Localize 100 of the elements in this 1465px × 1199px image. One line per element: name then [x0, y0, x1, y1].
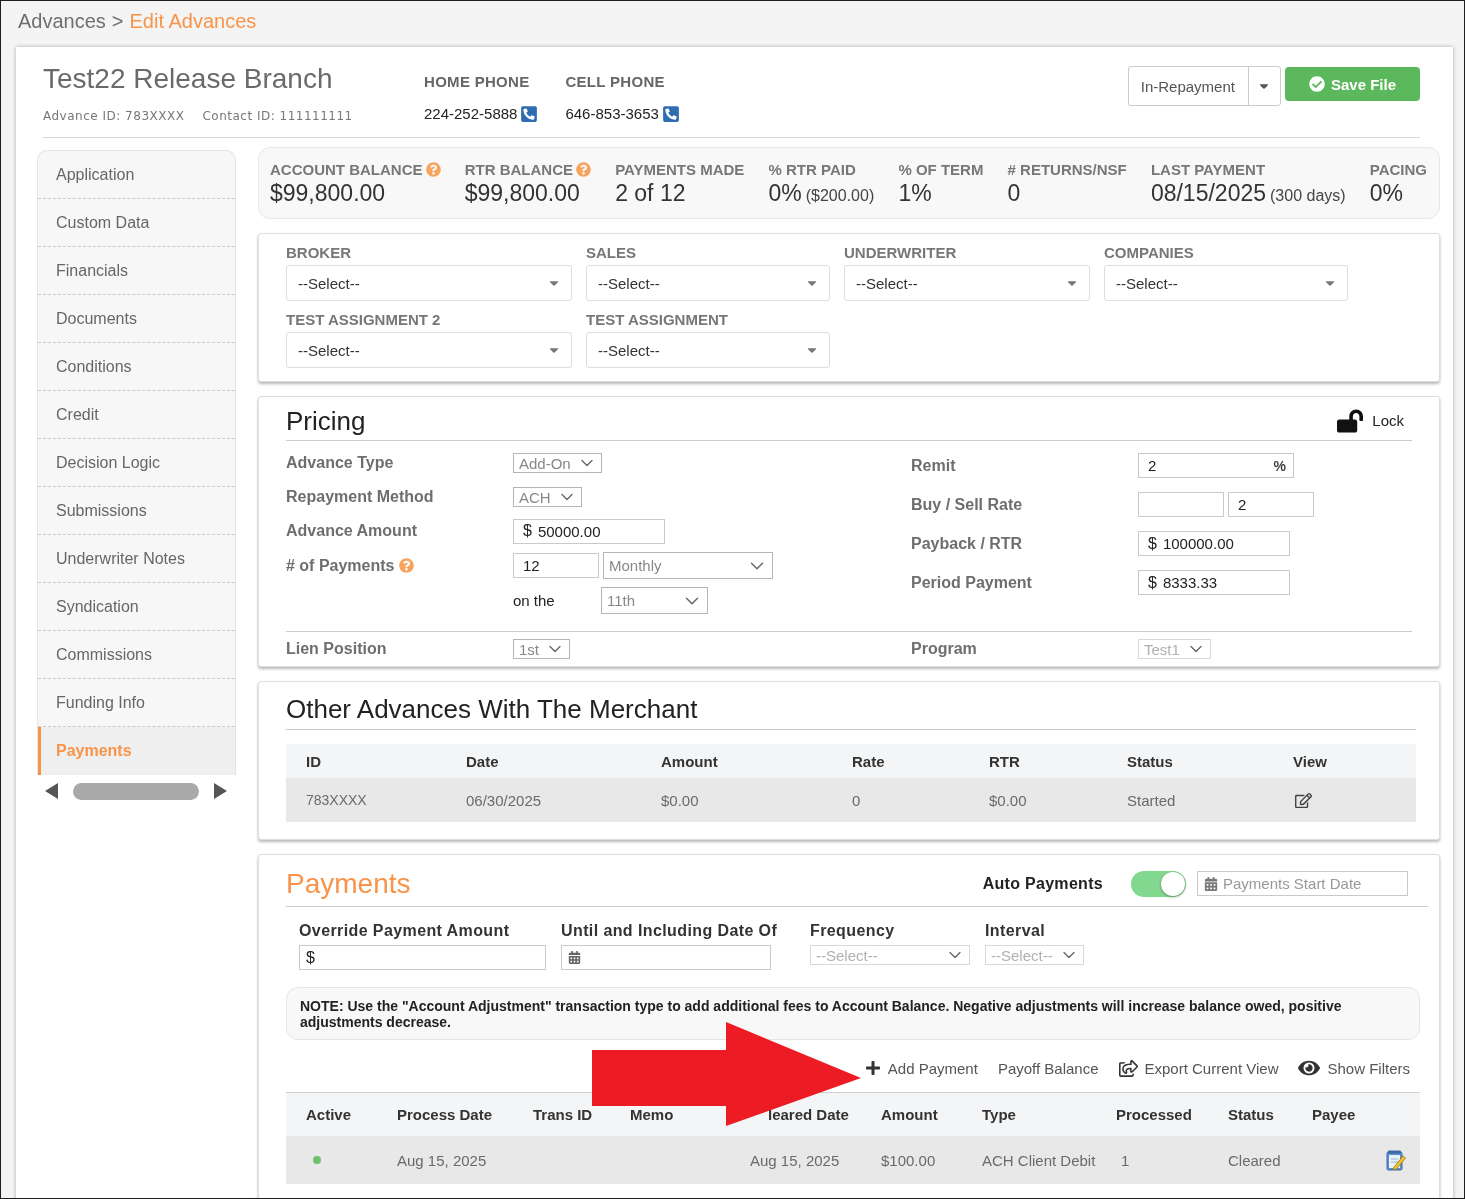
- action-link[interactable]: Show Filters: [1298, 1057, 1410, 1079]
- input-field[interactable]: $ 8333.33: [1138, 570, 1290, 595]
- date-field[interactable]: [561, 945, 771, 970]
- scrollbar-thumb[interactable]: [73, 782, 199, 800]
- help-icon[interactable]: [399, 558, 415, 573]
- column-header: leared Date: [768, 1106, 849, 1123]
- stat-label: % RTR PAID: [768, 160, 856, 178]
- dropdown[interactable]: --Select--: [1104, 265, 1348, 301]
- dropdown[interactable]: --Select--: [586, 332, 830, 368]
- sidebar-item[interactable]: Documents: [38, 295, 235, 343]
- sidebar-item[interactable]: Commissions: [38, 631, 235, 679]
- stat-value: 0%: [768, 180, 802, 207]
- dropdown[interactable]: --Select--: [286, 332, 572, 368]
- table-cell: Cleared: [1228, 1151, 1281, 1169]
- scroll-left-icon[interactable]: [45, 783, 58, 799]
- sidebar-item[interactable]: Decision Logic: [38, 439, 235, 487]
- amount-field[interactable]: $: [299, 945, 546, 970]
- field-label: Lien Position: [286, 640, 387, 658]
- input-field[interactable]: $ 50000.00: [513, 518, 665, 544]
- breadcrumb-link[interactable]: Advances: [18, 9, 106, 33]
- field-label: BROKER: [286, 244, 352, 262]
- sidebar-item[interactable]: Credit: [38, 391, 235, 439]
- lock-button[interactable]: Lock: [1337, 407, 1404, 434]
- scroll-right-icon[interactable]: [214, 783, 227, 799]
- phone-icon[interactable]: [661, 105, 680, 123]
- stat-value: 0: [1007, 180, 1021, 207]
- stat-value: $99,800.00: [270, 180, 386, 207]
- panel-title: Pricing: [286, 405, 366, 436]
- notepad-edit-icon[interactable]: [1386, 1149, 1406, 1171]
- action-link[interactable]: Export Current View: [1118, 1058, 1279, 1078]
- input-field[interactable]: $ 100000.00: [1138, 531, 1290, 556]
- dropdown[interactable]: ACH: [513, 487, 582, 507]
- column-header: ID: [306, 752, 321, 770]
- sidebar-item[interactable]: Submissions: [38, 487, 235, 535]
- action-link[interactable]: Add Payment: [864, 1059, 978, 1077]
- dropdown[interactable]: Monthly: [603, 552, 773, 579]
- field-label: Advance Type: [286, 454, 394, 472]
- table-cell: ACH Client Debit: [982, 1151, 1096, 1169]
- table-cell: Started: [1127, 791, 1176, 809]
- calendar-icon: [1204, 876, 1218, 891]
- input-field[interactable]: 12: [513, 553, 599, 578]
- table-cell: 1: [1121, 1151, 1130, 1169]
- field-note: on the: [513, 592, 556, 609]
- status-select[interactable]: In-Repayment: [1127, 66, 1281, 106]
- table-cell: Aug 15, 2025: [750, 1151, 840, 1169]
- breadcrumb-separator: >: [111, 9, 124, 33]
- sidebar-item[interactable]: Conditions: [38, 343, 235, 391]
- phone-label: HOME PHONE: [424, 72, 531, 92]
- phone-number: 646-853-3653: [565, 105, 659, 123]
- column-header: Status: [1127, 752, 1173, 770]
- dropdown[interactable]: --Select--: [586, 265, 830, 301]
- input-field[interactable]: 2: [1228, 492, 1314, 517]
- column-header: Process Date: [397, 1106, 493, 1123]
- field-label: Period Payment: [911, 573, 1032, 592]
- table-cell: $100.00: [881, 1151, 936, 1169]
- help-icon[interactable]: [576, 161, 591, 177]
- edit-icon[interactable]: [1295, 791, 1312, 809]
- panel-title: Other Advances With The Merchant: [286, 693, 698, 724]
- input-field[interactable]: [1138, 492, 1224, 517]
- panel-title: Payments: [286, 867, 411, 900]
- stat-label: % OF TERM: [898, 160, 984, 178]
- sidebar-item[interactable]: Syndication: [38, 583, 235, 631]
- stat-value: 1%: [898, 180, 932, 207]
- table-cell: $0.00: [661, 791, 699, 809]
- dropdown[interactable]: --Select--: [844, 265, 1090, 301]
- field-label: UNDERWRITER: [844, 244, 958, 262]
- column-header: Amount: [661, 752, 718, 770]
- stat-label: ACCOUNT BALANCE: [270, 160, 423, 178]
- auto-payments-toggle[interactable]: [1131, 870, 1186, 897]
- dropdown[interactable]: Add-On: [513, 453, 602, 473]
- dropdown[interactable]: --Select--: [286, 265, 572, 301]
- column-header: Amount: [881, 1106, 938, 1123]
- plus-icon: [864, 1060, 881, 1076]
- sidebar-item[interactable]: Underwriter Notes: [38, 535, 235, 583]
- record-id: Contact ID: 111111111: [202, 108, 353, 124]
- date-field[interactable]: Payments Start Date: [1197, 871, 1408, 896]
- field-label: Advance Amount: [286, 522, 417, 540]
- column-header: View: [1293, 752, 1327, 770]
- column-header: Status: [1228, 1106, 1274, 1123]
- dropdown[interactable]: 1st: [513, 639, 570, 659]
- phone-number: 224-252-5888: [424, 105, 518, 123]
- sidebar-item[interactable]: Application: [38, 151, 235, 199]
- column-header: Trans ID: [533, 1106, 593, 1123]
- field-label: TEST ASSIGNMENT: [586, 311, 729, 329]
- field-label: Program: [911, 640, 977, 658]
- column-header: Processed: [1116, 1106, 1192, 1123]
- sidebar-item[interactable]: Financials: [38, 247, 235, 295]
- dropdown[interactable]: 11th: [601, 587, 708, 614]
- stat-label: RTR BALANCE: [464, 160, 573, 178]
- field-label: SALES: [586, 244, 637, 262]
- sidebar-item[interactable]: Custom Data: [38, 199, 235, 247]
- stat-label: LAST PAYMENT: [1150, 160, 1266, 178]
- field-label: Remit: [911, 456, 956, 475]
- field-label: COMPANIES: [1104, 244, 1195, 262]
- phone-icon[interactable]: [520, 105, 539, 123]
- action-link[interactable]: Payoff Balance: [997, 1059, 1099, 1077]
- help-icon[interactable]: [425, 161, 441, 177]
- input-field[interactable]: 2 %: [1138, 453, 1294, 478]
- field-label: # of Payments: [286, 556, 395, 575]
- field-label: Repayment Method: [286, 488, 434, 506]
